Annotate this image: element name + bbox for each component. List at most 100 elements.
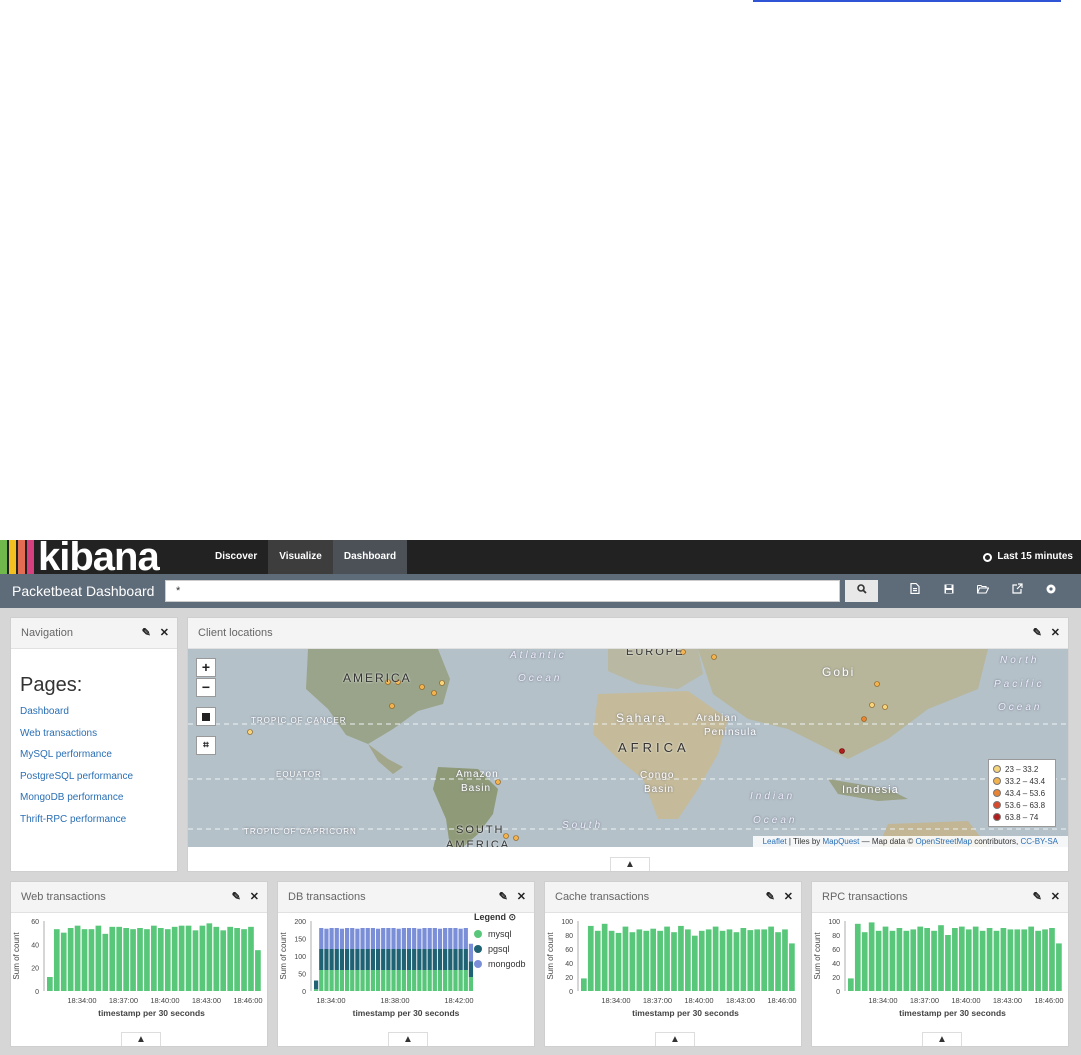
rpc-transactions-panel: RPC transactions ✎ ✕ Sum of count 0 20 40 60…	[811, 881, 1069, 1047]
close-icon[interactable]: ✕	[517, 882, 526, 912]
legend-item-mysql[interactable]: mysql	[474, 926, 526, 941]
bar	[1014, 929, 1021, 991]
panel-title: DB transactions	[288, 891, 366, 903]
bar	[109, 926, 116, 991]
pencil-icon[interactable]: ✎	[142, 618, 151, 648]
pencil-icon[interactable]: ✎	[499, 882, 508, 912]
bar-mongodb	[381, 928, 386, 949]
bar-mysql	[324, 970, 329, 991]
collapse-button[interactable]: ▲	[121, 1032, 161, 1046]
page-link-mongodb-performance[interactable]: MongoDB performance	[20, 787, 133, 809]
map-label-indonesia: Indonesia	[842, 784, 899, 796]
zoom-in-button[interactable]: +	[196, 658, 216, 677]
map-label-pacific: Pacific	[994, 679, 1045, 690]
tab-dashboard[interactable]: Dashboard	[332, 540, 408, 574]
open-icon[interactable]	[966, 574, 1000, 608]
y-tick-label: 80	[832, 933, 840, 940]
bar-mongodb	[375, 928, 381, 949]
legend-item-mongodb[interactable]: mongodb	[474, 956, 526, 971]
bar	[747, 930, 754, 991]
collapse-button[interactable]: ▲	[922, 1032, 962, 1046]
bar	[241, 929, 247, 991]
pencil-icon[interactable]: ✎	[1033, 882, 1042, 912]
bar	[650, 928, 657, 991]
map-label-tropic-of-capricorn: TROPIC OF CAPRICORN	[244, 827, 357, 836]
bar	[594, 930, 601, 991]
page-link-dashboard[interactable]: Dashboard	[20, 701, 133, 723]
collapse-button[interactable]: ▲	[610, 857, 650, 871]
tab-discover[interactable]: Discover	[204, 540, 268, 574]
close-icon[interactable]: ✕	[1051, 882, 1060, 912]
save-icon[interactable]	[932, 574, 966, 608]
bar	[938, 925, 944, 991]
bar	[986, 928, 993, 991]
tab-visualize[interactable]: Visualize	[268, 540, 333, 574]
mapquest-link[interactable]: MapQuest	[823, 837, 860, 846]
zoom-out-button[interactable]: −	[196, 678, 216, 697]
collapse-button[interactable]: ▲	[388, 1032, 428, 1046]
map-label-amazon: Amazon	[456, 769, 499, 780]
page-link-web-transactions[interactable]: Web transactions	[20, 723, 133, 745]
x-axis-label: timestamp per 30 seconds	[899, 1008, 1006, 1018]
panel-title: Web transactions	[21, 891, 106, 903]
y-tick-label: 100	[294, 954, 306, 961]
panel-actions: ✎ ✕	[1033, 882, 1060, 912]
page-link-thrift-rpc-performance[interactable]: Thrift-RPC performance	[20, 809, 133, 831]
bar	[882, 926, 889, 991]
openstreetmap-link[interactable]: OpenStreetMap	[916, 837, 972, 846]
collapse-button[interactable]: ▲	[655, 1032, 695, 1046]
bar	[601, 923, 608, 991]
y-tick-label: 20	[832, 975, 840, 982]
x-tick-label: 18:42:00	[444, 996, 473, 1005]
bar-mysql	[370, 970, 376, 991]
settings-icon[interactable]	[1034, 574, 1068, 608]
bar-mongodb	[417, 928, 422, 949]
legend-item-pgsql[interactable]: pgsql	[474, 941, 526, 956]
bar	[1000, 928, 1007, 991]
y-axis-label: Sum of count	[546, 932, 555, 980]
close-icon[interactable]: ✕	[784, 882, 793, 912]
bar	[712, 926, 719, 991]
bar	[698, 930, 705, 991]
draw-rectangle-button[interactable]	[196, 707, 216, 726]
close-icon[interactable]: ✕	[1051, 618, 1060, 648]
bar	[868, 922, 875, 991]
bar-mongodb	[458, 928, 463, 949]
map-label-south: South	[562, 820, 604, 831]
x-axis-label: timestamp per 30 seconds	[353, 1008, 460, 1018]
kibana-logo[interactable]: kibana	[0, 537, 160, 577]
pencil-icon[interactable]: ✎	[1033, 618, 1042, 648]
bar-mysql	[360, 970, 365, 991]
y-tick-label: 0	[836, 989, 840, 996]
time-picker[interactable]: Last 15 minutes	[983, 540, 1073, 574]
license-link[interactable]: CC-BY-SA	[1021, 837, 1059, 846]
bar-mysql	[344, 970, 350, 991]
bar-mongodb	[468, 943, 474, 962]
y-axis-label: Sum of count	[813, 932, 822, 980]
x-tick-label: 18:34:00	[868, 996, 897, 1005]
map-label-peninsula: Peninsula	[704, 727, 757, 738]
bar-mongodb	[324, 928, 329, 949]
world-map[interactable]: + − ⌗ Atlantic Ocean EUROPE Gobi North P…	[188, 649, 1068, 847]
page-link-mysql-performance[interactable]: MySQL performance	[20, 744, 133, 766]
bar	[931, 930, 937, 991]
share-icon[interactable]	[1000, 574, 1034, 608]
close-icon[interactable]: ✕	[250, 882, 259, 912]
bar-mongodb	[329, 928, 334, 949]
pencil-icon[interactable]: ✎	[232, 882, 241, 912]
query-input[interactable]: *	[165, 580, 840, 602]
legend-title[interactable]: Legend ⊙	[474, 912, 526, 923]
bar-pgsql	[437, 949, 443, 970]
new-dashboard-icon[interactable]	[898, 574, 932, 608]
crop-icon[interactable]: ⌗	[196, 736, 216, 755]
bar	[1056, 943, 1062, 991]
close-icon[interactable]: ✕	[160, 618, 169, 648]
bar	[47, 977, 53, 991]
bar	[130, 929, 136, 991]
leaflet-link[interactable]: Leaflet	[763, 837, 787, 846]
page-link-postgresql-performance[interactable]: PostgreSQL performance	[20, 766, 133, 788]
bar	[958, 926, 965, 991]
y-tick-label: 60	[832, 947, 840, 954]
search-button[interactable]	[845, 580, 878, 602]
pencil-icon[interactable]: ✎	[766, 882, 775, 912]
